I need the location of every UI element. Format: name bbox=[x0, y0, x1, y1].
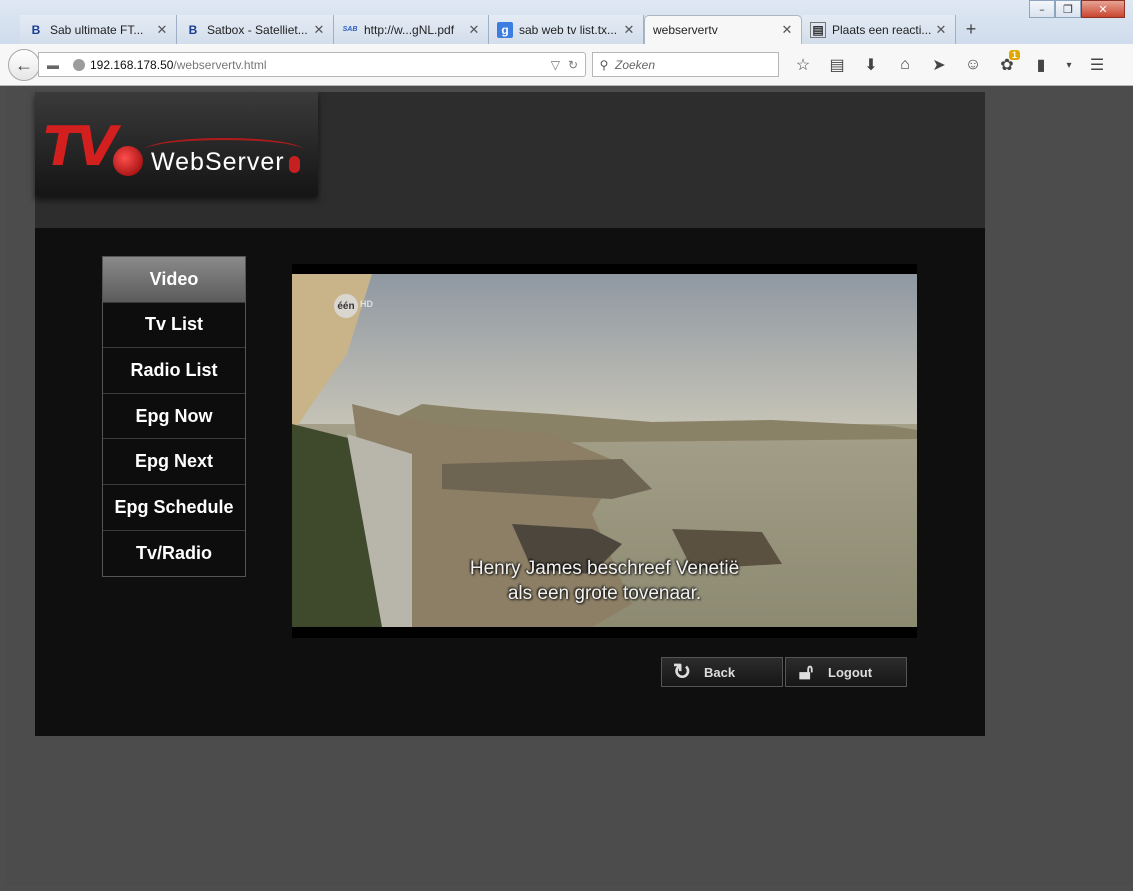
mouse-icon bbox=[289, 156, 300, 173]
menu-icon[interactable]: ☰ bbox=[1080, 54, 1114, 76]
download-icon[interactable]: ⬇ bbox=[854, 54, 888, 76]
subtitles: Henry James beschreef Venetië als een gr… bbox=[292, 556, 917, 606]
browser-back-button[interactable]: ← bbox=[8, 49, 40, 81]
search-icon: ⚲ bbox=[599, 57, 609, 72]
tab-label: webservertv bbox=[653, 23, 718, 37]
tab-sab-web-tv-list[interactable]: g sab web tv list.tx... ✕ bbox=[489, 15, 644, 44]
unlock-icon: 🔓︎ bbox=[798, 659, 814, 684]
bookmark-star-icon[interactable]: ☆ bbox=[786, 54, 820, 76]
pdf-favicon-icon: SAB bbox=[342, 26, 358, 33]
globe-icon bbox=[113, 146, 143, 176]
url-dropdown-icon[interactable]: ▽ bbox=[551, 58, 560, 72]
window-controls: – ❐ ✕ bbox=[1029, 0, 1125, 18]
tabs: B Sab ultimate FT... ✕ B Satbox - Satell… bbox=[20, 15, 986, 44]
toolbar-icons: ☆ ▤ ⬇ ⌂ ➤ ☺ ✿ 1 ▮ ▾ ☰ bbox=[786, 50, 1114, 76]
menu-item-radio-list[interactable]: Radio List bbox=[103, 348, 245, 394]
tab-plaats-een-reactie[interactable]: ▤ Plaats een reacti... ✕ bbox=[802, 15, 956, 44]
reload-icon[interactable]: ↻ bbox=[568, 58, 578, 72]
back-button-label: Back bbox=[704, 664, 736, 680]
close-tab-icon[interactable]: ✕ bbox=[466, 22, 482, 38]
site-header: TV WebServer bbox=[35, 92, 985, 228]
tab-label: Plaats een reacti... bbox=[832, 22, 932, 37]
back-button[interactable]: ↻ Back bbox=[661, 657, 783, 687]
navigation-toolbar: ← ▬ 192.168.178.50 /webservertv.html ▽ ↻… bbox=[0, 44, 1133, 86]
menu-item-tv-radio[interactable]: Tv/Radio bbox=[103, 530, 245, 577]
maximize-button[interactable]: ❐ bbox=[1055, 0, 1081, 18]
reload-arrow-icon: ↻ bbox=[672, 659, 692, 684]
subtitle-line-1: Henry James beschreef Venetië bbox=[469, 558, 740, 579]
tab-satbox[interactable]: B Satbox - Satelliet... ✕ bbox=[177, 15, 334, 44]
channel-logo: één bbox=[334, 294, 358, 318]
tab-label: Satbox - Satelliet... bbox=[207, 22, 308, 37]
menu-item-epg-next[interactable]: Epg Next bbox=[103, 439, 245, 485]
document-favicon-icon: ▤ bbox=[810, 21, 826, 38]
close-tab-icon[interactable]: ✕ bbox=[154, 22, 170, 38]
clipboard-icon[interactable]: ▮ bbox=[1024, 54, 1058, 76]
menu-item-epg-now[interactable]: Epg Now bbox=[103, 393, 245, 440]
tab-label: sab web tv list.tx... bbox=[519, 22, 618, 37]
webserver-site: TV WebServer Video Tv List Radio List Ep… bbox=[35, 92, 985, 736]
menu-item-epg-schedule[interactable]: Epg Schedule bbox=[103, 484, 245, 531]
tab-webservertv[interactable]: webservertv ✕ bbox=[644, 15, 802, 44]
search-box[interactable]: ⚲ Zoeken bbox=[592, 52, 779, 77]
menu-item-video[interactable]: Video bbox=[103, 257, 245, 303]
tab-strip: – ❐ ✕ B Sab ultimate FT... ✕ B Satbox - … bbox=[0, 0, 1133, 44]
site-identity-icon[interactable] bbox=[73, 58, 85, 71]
channel-hd-label: HD bbox=[360, 299, 373, 309]
url-path: /webservertv.html bbox=[173, 57, 267, 72]
tab-sab-ultimate[interactable]: B Sab ultimate FT... ✕ bbox=[20, 15, 177, 44]
send-icon[interactable]: ➤ bbox=[922, 54, 956, 76]
menu-item-tv-list[interactable]: Tv List bbox=[103, 302, 245, 349]
tab-label: Sab ultimate FT... bbox=[50, 22, 144, 37]
new-tab-button[interactable]: + bbox=[956, 15, 986, 44]
logo-tv-text: TV bbox=[43, 115, 118, 178]
logo-webserver-text: WebServer bbox=[151, 148, 285, 176]
close-tab-icon[interactable]: ✕ bbox=[621, 22, 637, 38]
minimize-button[interactable]: – bbox=[1029, 0, 1055, 18]
side-menu: Video Tv List Radio List Epg Now Epg Nex… bbox=[102, 256, 246, 578]
sab-favicon-icon: B bbox=[188, 22, 198, 37]
google-favicon-icon: g bbox=[497, 21, 513, 38]
address-bar[interactable]: ▬ 192.168.178.50 /webservertv.html ▽ ↻ bbox=[38, 52, 586, 77]
video-frame: één HD Henry James beschreef Venetië als… bbox=[292, 274, 917, 627]
close-tab-icon[interactable]: ✕ bbox=[779, 22, 795, 38]
chevron-down-icon[interactable]: ▾ bbox=[1058, 54, 1080, 76]
subtitle-line-2: als een grote tovenaar. bbox=[507, 583, 702, 604]
page-viewport: TV WebServer Video Tv List Radio List Ep… bbox=[5, 86, 1133, 886]
tvwebserver-logo: TV WebServer bbox=[35, 92, 318, 196]
tab-label: http://w...gNL.pdf bbox=[364, 22, 455, 37]
url-host: 192.168.178.50 bbox=[90, 57, 174, 72]
browser-window: – ❐ ✕ B Sab ultimate FT... ✕ B Satbox - … bbox=[0, 0, 1133, 891]
reading-list-icon[interactable]: ▤ bbox=[820, 54, 854, 76]
video-player[interactable]: één HD Henry James beschreef Venetië als… bbox=[292, 264, 917, 638]
close-window-button[interactable]: ✕ bbox=[1081, 0, 1125, 18]
library-icon[interactable]: ▬ bbox=[39, 58, 67, 72]
logout-button-label: Logout bbox=[828, 664, 873, 680]
close-tab-icon[interactable]: ✕ bbox=[933, 22, 949, 38]
close-tab-icon[interactable]: ✕ bbox=[311, 22, 327, 38]
search-placeholder: Zoeken bbox=[615, 57, 656, 72]
chat-icon[interactable]: ☺ bbox=[956, 54, 990, 76]
notification-icon[interactable]: ✿ 1 bbox=[990, 50, 1024, 76]
home-icon[interactable]: ⌂ bbox=[888, 54, 922, 76]
sab-favicon-icon: B bbox=[31, 22, 41, 37]
back-arrow-icon: ← bbox=[15, 54, 33, 75]
notification-badge: 1 bbox=[1008, 50, 1020, 60]
tab-pdf[interactable]: SAB http://w...gNL.pdf ✕ bbox=[334, 15, 489, 44]
logout-button[interactable]: 🔓︎ Logout bbox=[785, 657, 907, 687]
